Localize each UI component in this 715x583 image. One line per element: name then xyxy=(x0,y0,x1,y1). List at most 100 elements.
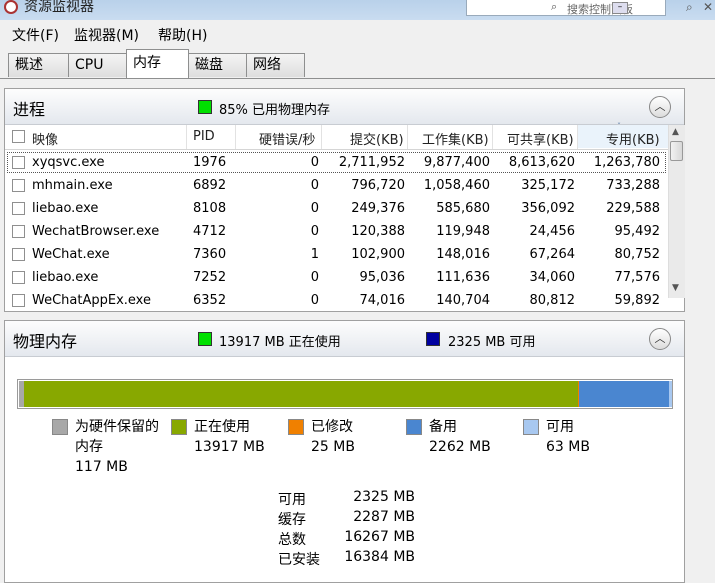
pin-icon[interactable]: ⌕ xyxy=(686,0,693,15)
row-checkbox[interactable] xyxy=(12,156,25,169)
row-checkbox[interactable] xyxy=(12,179,25,192)
cell-shareable: 80,812 xyxy=(529,293,576,308)
cell-shareable: 34,060 xyxy=(529,270,576,285)
cell-pid: 4712 xyxy=(193,224,227,239)
row-checkbox[interactable] xyxy=(12,294,25,307)
col-shareable[interactable]: 可共享(KB) xyxy=(507,129,574,148)
scroll-down-icon[interactable]: ▼ xyxy=(672,283,679,293)
legend-in-use-swatch xyxy=(171,419,187,435)
tab-cpu[interactable]: CPU xyxy=(68,53,127,77)
resource-monitor-icon xyxy=(4,0,18,14)
cell-hard-faults: 0 xyxy=(310,178,319,193)
cell-image: WeChatAppEx.exe xyxy=(32,293,151,308)
legend-modified-swatch xyxy=(288,419,304,435)
col-pid[interactable]: PID xyxy=(193,129,215,144)
table-row[interactable]: liebao.exe 8108 0 249,376 585,680 356,092 229,… xyxy=(5,197,668,220)
process-section: 进程 85% 已用物理内存 ︿ 映像 PID 硬错误/秒 提交(KB) 工作集(… xyxy=(4,88,685,312)
tab-overview[interactable]: 概述 xyxy=(8,53,69,77)
in-use-swatch xyxy=(198,332,212,346)
cell-hard-faults: 0 xyxy=(310,270,319,285)
col-hard-faults[interactable]: 硬错误/秒 xyxy=(259,129,315,148)
col-image[interactable]: 映像 xyxy=(32,129,58,148)
cell-shareable: 325,172 xyxy=(521,178,575,193)
bar-segment-free xyxy=(669,381,672,407)
cell-pid: 1976 xyxy=(193,155,227,170)
col-commit[interactable]: 提交(KB) xyxy=(350,129,404,148)
scroll-up-icon[interactable]: ▲ xyxy=(672,127,679,137)
memory-usage-bar xyxy=(17,379,673,409)
used-memory-swatch xyxy=(198,100,212,114)
bar-segment-standby xyxy=(579,381,669,407)
menu-bar: 文件(F) 监视器(M) 帮助(H) xyxy=(0,20,715,46)
menu-file[interactable]: 文件(F) xyxy=(12,25,59,45)
cell-working-set: 148,016 xyxy=(436,247,490,262)
table-row[interactable]: WeChat.exe 7360 1 102,900 148,016 67,264 80,75… xyxy=(5,243,668,266)
legend-hardware-reserved-swatch xyxy=(52,419,68,435)
close-icon[interactable]: ✕ xyxy=(703,0,713,14)
available-swatch xyxy=(426,332,440,346)
tab-disk[interactable]: 磁盘 xyxy=(188,53,247,77)
table-row[interactable]: WeChatAppEx.exe 6352 0 74,016 140,704 80,812 5… xyxy=(5,289,668,312)
cell-working-set: 1,058,460 xyxy=(423,178,490,193)
cell-working-set: 585,680 xyxy=(436,201,490,216)
row-checkbox[interactable] xyxy=(12,271,25,284)
process-section-header[interactable]: 进程 85% 已用物理内存 ︿ xyxy=(5,89,684,125)
search-box[interactable]: ⌕ 搜索控制面板 xyxy=(466,0,666,16)
table-row[interactable]: xyqsvc.exe 1976 0 2,711,952 9,877,400 8,613,6… xyxy=(5,151,668,174)
used-memory-summary: 85% 已用物理内存 xyxy=(219,103,331,118)
row-checkbox[interactable] xyxy=(12,202,25,215)
minimize-button[interactable]: – xyxy=(612,2,628,14)
cell-private: 1,263,780 xyxy=(593,155,660,170)
cell-pid: 8108 xyxy=(193,201,227,216)
memory-section-header[interactable]: 物理内存 13917 MB 正在使用 2325 MB 可用 ︿ xyxy=(5,321,684,357)
cell-private: 733,288 xyxy=(606,178,660,193)
cell-commit: 120,388 xyxy=(351,224,405,239)
legend-free-value: 63 MB xyxy=(546,439,590,455)
table-row[interactable]: liebao.exe 7252 0 95,036 111,636 34,060 77,576 xyxy=(5,266,668,289)
stat-installed-label: 已安装 xyxy=(278,552,320,568)
cell-working-set: 9,877,400 xyxy=(423,155,490,170)
cell-commit: 796,720 xyxy=(351,178,405,193)
cell-image: liebao.exe xyxy=(32,270,99,285)
cell-working-set: 140,704 xyxy=(436,293,490,308)
cell-shareable: 8,613,620 xyxy=(508,155,575,170)
legend-hardware-reserved-label: 为硬件保留的内存 xyxy=(75,419,159,455)
collapse-process-button[interactable]: ︿ xyxy=(649,96,671,118)
tab-network[interactable]: 网络 xyxy=(246,53,305,77)
legend-modified-label: 已修改 xyxy=(311,419,353,435)
table-row[interactable]: WechatBrowser.exe 4712 0 120,388 119,948 24,4… xyxy=(5,220,668,243)
collapse-memory-button[interactable]: ︿ xyxy=(649,328,671,350)
window-scrollbar[interactable] xyxy=(688,90,715,583)
cell-hard-faults: 1 xyxy=(310,247,319,262)
row-checkbox[interactable] xyxy=(12,248,25,261)
legend-modified-value: 25 MB xyxy=(311,439,355,455)
memory-section-title: 物理内存 xyxy=(13,332,78,351)
scroll-thumb[interactable] xyxy=(670,141,683,161)
table-row[interactable]: mhmain.exe 6892 0 796,720 1,058,460 325,172 73… xyxy=(5,174,668,197)
cell-hard-faults: 0 xyxy=(310,293,319,308)
cell-hard-faults: 0 xyxy=(310,201,319,216)
cell-shareable: 356,092 xyxy=(521,201,575,216)
cell-commit: 249,376 xyxy=(351,201,405,216)
cell-commit: 95,036 xyxy=(359,270,406,285)
menu-monitor[interactable]: 监视器(M) xyxy=(74,25,139,45)
col-private[interactable]: 专用(KB) xyxy=(606,129,660,148)
process-table-header: 映像 PID 硬错误/秒 提交(KB) 工作集(KB) 可共享(KB) ˇ 专用… xyxy=(5,122,668,150)
tab-memory[interactable]: 内存 xyxy=(126,49,189,78)
cell-commit: 102,900 xyxy=(351,247,405,262)
cell-private: 95,492 xyxy=(614,224,661,239)
cell-image: xyqsvc.exe xyxy=(32,155,105,170)
col-working-set[interactable]: 工作集(KB) xyxy=(422,129,489,148)
cell-pid: 7360 xyxy=(193,247,227,262)
select-all-checkbox[interactable] xyxy=(12,130,25,143)
cell-image: liebao.exe xyxy=(32,201,99,216)
menu-help[interactable]: 帮助(H) xyxy=(158,25,207,45)
stat-available-label: 可用 xyxy=(278,492,306,508)
process-section-title: 进程 xyxy=(13,100,46,119)
legend-standby-value: 2262 MB xyxy=(429,439,491,455)
cell-shareable: 67,264 xyxy=(529,247,576,262)
process-scrollbar[interactable]: ▲ ▼ xyxy=(668,125,685,298)
row-checkbox[interactable] xyxy=(12,225,25,238)
cell-pid: 6892 xyxy=(193,178,227,193)
stat-cached-value: 2287 MB xyxy=(353,509,415,525)
